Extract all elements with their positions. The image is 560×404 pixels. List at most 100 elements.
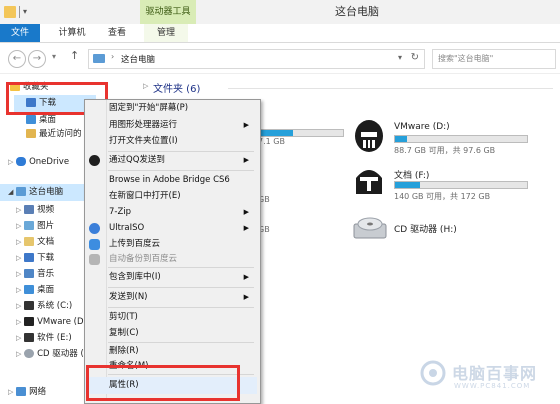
up-arrow-icon[interactable]: ↑ <box>70 49 79 62</box>
search-placeholder: 搜索"这台电脑" <box>438 54 494 63</box>
nav-item-label: VMware (D:) <box>37 317 90 327</box>
nav-recent[interactable]: 最近访问的 <box>26 126 82 143</box>
menu-item-label: 用图形处理器运行 <box>109 120 178 130</box>
menu-item-include-library[interactable]: 包含到库中(I) ▶ <box>85 269 257 286</box>
folder-icon[interactable] <box>4 6 16 18</box>
tab-file[interactable]: 文件 <box>0 24 40 42</box>
nav-item-videos[interactable]: ▷ 视频 <box>16 202 54 219</box>
helmet-drive-icon <box>356 170 382 194</box>
menu-item-ultraiso[interactable]: UltraISO ▶ <box>85 220 257 237</box>
drive-tools-tab[interactable]: 驱动器工具 <box>140 0 196 24</box>
collapse-arrow-icon[interactable]: ◢ <box>8 188 13 196</box>
nav-onedrive-label: OneDrive <box>29 157 70 167</box>
nav-item-documents[interactable]: ▷ 文档 <box>16 234 54 251</box>
nav-item-label: 音乐 <box>37 269 55 279</box>
menu-separator <box>108 307 254 308</box>
watermark-url: WWW.PC841.COM <box>454 382 531 390</box>
menu-item-open-new-window[interactable]: 在新窗口中打开(E) <box>85 188 257 205</box>
nav-network[interactable]: ▷ 网络 <box>8 384 46 401</box>
tab-computer[interactable]: 计算机 <box>52 24 92 42</box>
back-button[interactable]: ← <box>8 50 26 68</box>
group-header-folders[interactable]: 文件夹 (6) <box>153 80 200 95</box>
menu-separator <box>108 287 254 288</box>
nav-recent-label: 最近访问的 <box>39 129 82 139</box>
watermark-name: 电脑百事网 <box>452 364 538 383</box>
refresh-icon[interactable]: ↻ <box>411 52 419 63</box>
menu-item-adobe-bridge[interactable]: Browse in Adobe Bridge CS6 <box>85 172 257 189</box>
title-bar <box>0 0 560 24</box>
drive-name: CD 驱动器 (H:) <box>394 225 457 235</box>
window-title: 这台电脑 <box>335 5 379 18</box>
submenu-arrow-icon: ▶ <box>243 208 249 216</box>
ultraiso-icon <box>89 223 100 234</box>
menu-item-pin-start[interactable]: 固定到"开始"屏幕(P) <box>85 100 257 117</box>
desktop-icon <box>24 285 35 294</box>
nav-item-label: 图片 <box>37 221 55 231</box>
tab-manage[interactable]: 管理 <box>144 24 188 42</box>
drive-tile-d[interactable]: VMware (D:) 88.7 GB 可用，共 97.6 GB <box>352 118 532 158</box>
menu-item-open-location[interactable]: 打开文件夹位置(I) <box>85 133 257 150</box>
drive-free-space: 140 GB 可用，共 172 GB <box>394 192 491 201</box>
search-input[interactable]: 搜索"这台电脑" <box>432 49 556 69</box>
submenu-arrow-icon: ▶ <box>243 121 249 129</box>
music-folder-icon <box>24 269 35 278</box>
computer-icon <box>16 187 27 196</box>
drive-tile-h[interactable]: CD 驱动器 (H:) <box>352 212 532 248</box>
menu-item-label: 复制(C) <box>109 328 139 338</box>
menu-item-qq-send[interactable]: 通过QQ发送到 ▶ <box>85 152 257 169</box>
address-path: 这台电脑 <box>121 55 156 65</box>
tab-view[interactable]: 查看 <box>100 24 134 42</box>
nav-item-cd-drive[interactable]: ▷ CD 驱动器 ( <box>16 346 84 363</box>
menu-item-auto-backup: 自动备份到百度云 <box>85 251 257 268</box>
drive-name: VMware (D:) <box>394 122 450 132</box>
drive-icon <box>24 301 35 310</box>
address-dropdown-icon[interactable]: ▾ <box>398 53 402 62</box>
nav-item-label: 系统 (C:) <box>37 301 73 311</box>
menu-item-7zip[interactable]: 7-Zip ▶ <box>85 204 257 221</box>
nav-desktop-label: 桌面 <box>39 115 57 125</box>
picture-folder-icon <box>24 221 35 230</box>
group-divider <box>228 88 553 89</box>
nav-item-pictures[interactable]: ▷ 图片 <box>16 218 54 235</box>
nav-item-drive-d[interactable]: ▷ VMware (D:) <box>16 314 90 331</box>
nav-item-desktop[interactable]: ▷ 桌面 <box>16 282 54 299</box>
menu-item-label: 剪切(T) <box>109 312 138 322</box>
download-folder-icon <box>24 253 35 262</box>
baidu-cloud-icon <box>89 239 100 250</box>
nav-item-drive-e[interactable]: ▷ 软件 (E:) <box>16 330 72 347</box>
nav-item-music[interactable]: ▷ 音乐 <box>16 266 54 283</box>
nav-item-label: 下载 <box>37 253 55 263</box>
recent-places-icon <box>26 129 36 138</box>
nav-item-drive-c[interactable]: ▷ 系统 (C:) <box>16 298 72 315</box>
recent-locations-icon[interactable]: ▾ <box>52 52 56 61</box>
expand-arrow-icon[interactable]: ▷ <box>8 158 13 166</box>
menu-item-gpu-run[interactable]: 用图形处理器运行 ▶ <box>85 117 257 134</box>
menu-item-label: Browse in Adobe Bridge CS6 <box>109 175 230 185</box>
drive-name: 文档 (F:) <box>394 171 430 181</box>
nav-item-label: 软件 (E:) <box>37 333 72 343</box>
backup-icon <box>89 254 100 265</box>
cd-icon <box>24 349 35 358</box>
menu-item-label: 包含到库中(I) <box>109 272 161 282</box>
breadcrumb-separator-icon: › <box>111 52 115 61</box>
computer-icon <box>93 54 105 63</box>
menu-item-send-to[interactable]: 发送到(N) ▶ <box>85 289 257 306</box>
address-bar[interactable]: › 这台电脑 ▾ ↻ <box>88 49 425 69</box>
menu-item-label: 在新窗口中打开(E) <box>109 191 181 201</box>
menu-separator <box>108 170 254 171</box>
submenu-arrow-icon: ▶ <box>243 293 249 301</box>
nav-item-label: 文档 <box>37 237 55 247</box>
nav-onedrive[interactable]: ▷ OneDrive <box>8 154 69 171</box>
menu-item-copy[interactable]: 复制(C) <box>85 325 257 342</box>
nav-item-label: 视频 <box>37 205 55 215</box>
drive-tile-f[interactable]: 文档 (F:) 140 GB 可用，共 172 GB <box>352 164 532 204</box>
nav-item-downloads[interactable]: ▷ 下载 <box>16 250 54 267</box>
helmet-drive-icon <box>355 120 383 152</box>
nav-item-label: 网络 <box>29 387 47 397</box>
menu-item-label: 发送到(N) <box>109 292 148 302</box>
expand-arrow-icon[interactable]: ▷ <box>143 82 148 90</box>
menu-separator <box>108 267 254 268</box>
forward-button[interactable]: → <box>28 50 46 68</box>
chevron-down-icon[interactable]: ▾ <box>23 6 35 18</box>
menu-item-cut[interactable]: 剪切(T) <box>85 309 257 326</box>
